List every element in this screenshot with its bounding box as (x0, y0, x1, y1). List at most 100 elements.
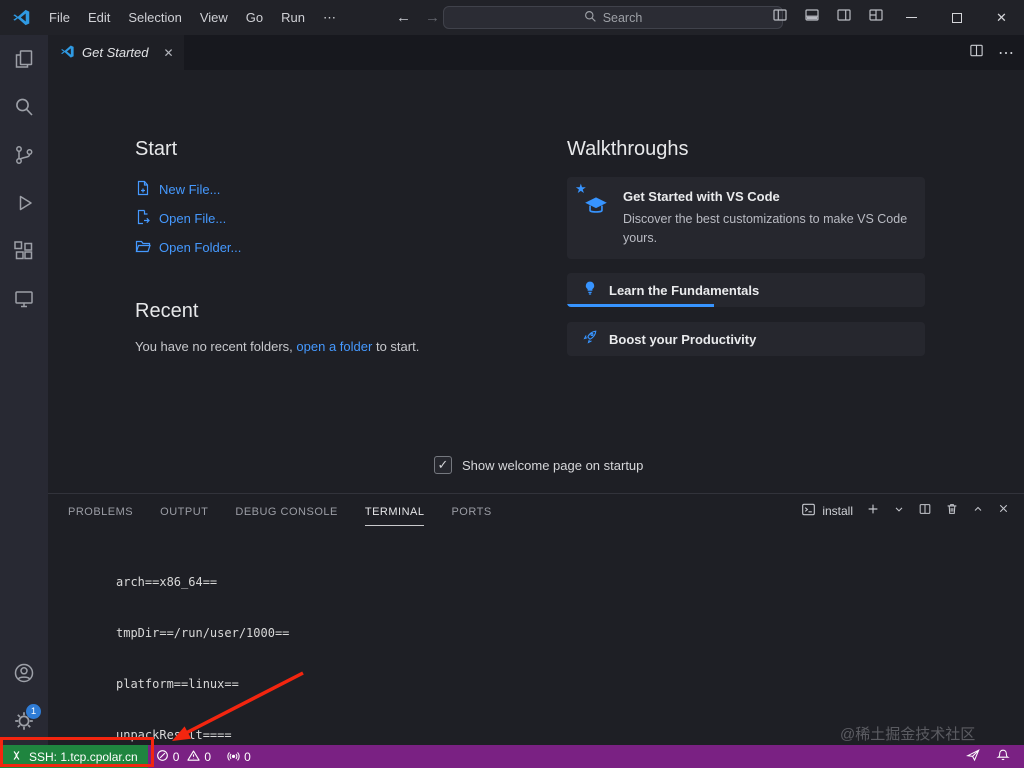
new-star-icon: ★ (575, 181, 587, 196)
remote-indicator[interactable]: SSH: 1.tcp.cpolar.cn (0, 745, 148, 768)
ports-count: 0 (244, 749, 251, 764)
split-editor-icon[interactable] (969, 43, 984, 63)
minimize-button[interactable] (889, 0, 934, 35)
menu-go[interactable]: Go (237, 0, 272, 35)
card-title: Boost your Productivity (609, 331, 757, 347)
maximize-panel-chevron-icon[interactable] (972, 502, 984, 520)
menu-file[interactable]: File (40, 0, 79, 35)
customize-layout-icon[interactable] (868, 7, 884, 28)
watermark-text: @稀土掘金技术社区 (840, 726, 976, 743)
walkthrough-progress-bar (567, 304, 714, 307)
settings-gear-icon[interactable]: 1 (0, 697, 48, 745)
new-file-link[interactable]: New File... (135, 175, 475, 204)
vscode-logo-icon (12, 8, 32, 28)
show-welcome-checkbox[interactable]: ✓ (434, 456, 452, 474)
remote-explorer-icon[interactable] (0, 275, 48, 323)
split-terminal-icon[interactable] (918, 502, 932, 521)
run-debug-icon[interactable] (0, 179, 48, 227)
search-view-icon[interactable] (0, 83, 48, 131)
vscode-window: File Edit Selection View Go Run ⋯ ← → Se… (0, 0, 1024, 768)
tab-problems[interactable]: PROBLEMS (68, 497, 133, 526)
status-bar: SSH: 1.tcp.cpolar.cn 0 0 0 (0, 745, 1024, 768)
open-file-link[interactable]: Open File... (135, 204, 475, 233)
panel-header: PROBLEMS OUTPUT DEBUG CONSOLE TERMINAL P… (48, 494, 1024, 528)
editor-tab-bar: Get Started ✕ ⋯ (48, 35, 1024, 70)
card-text: Get Started with VS Code Discover the be… (623, 189, 923, 249)
open-file-icon (135, 209, 151, 228)
command-center-search[interactable]: Search (443, 6, 783, 29)
status-bar-left: SSH: 1.tcp.cpolar.cn 0 0 0 (0, 745, 259, 768)
error-count: 0 (172, 749, 180, 764)
card-get-started-vscode[interactable]: ★ Get Started with VS Code Discover the … (567, 177, 925, 259)
open-folder-link[interactable]: Open Folder... (135, 233, 475, 262)
terminal-icon (801, 502, 816, 520)
tab-terminal[interactable]: TERMINAL (364, 497, 425, 526)
accounts-icon[interactable] (0, 649, 48, 697)
startup-checkbox-row: ✓ Show welcome page on startup (434, 456, 643, 474)
layout-controls (772, 0, 884, 35)
card-boost-productivity[interactable]: Boost your Productivity (567, 322, 925, 356)
recent-empty-text: You have no recent folders, open a folde… (135, 339, 475, 354)
warning-icon (187, 749, 201, 765)
card-title: Get Started with VS Code (623, 189, 780, 204)
new-terminal-icon[interactable] (866, 502, 880, 521)
settings-badge: 1 (26, 704, 41, 719)
menu-view[interactable]: View (191, 0, 237, 35)
maximize-button[interactable] (934, 0, 979, 35)
panel-actions: install (801, 494, 1010, 528)
terminal-line: arch==x86_64== (116, 575, 218, 589)
tab-debug-console[interactable]: DEBUG CONSOLE (235, 497, 337, 526)
feedback-icon[interactable] (966, 748, 980, 765)
history-nav: ← → (396, 0, 440, 35)
toggle-panel-icon[interactable] (804, 7, 820, 28)
open-folder-label: Open Folder... (159, 240, 242, 255)
menu-run[interactable]: Run (272, 0, 314, 35)
status-bar-right (966, 745, 1024, 768)
editor-actions: ⋯ (969, 35, 1014, 70)
menu-more[interactable]: ⋯ (314, 0, 345, 35)
card-learn-fundamentals[interactable]: Learn the Fundamentals (567, 273, 925, 307)
recent-text-before: You have no recent folders, (135, 339, 293, 354)
tab-get-started[interactable]: Get Started ✕ (48, 35, 184, 70)
toggle-sidebar-icon[interactable] (772, 7, 788, 28)
recent-heading: Recent (135, 300, 199, 322)
more-actions-icon[interactable]: ⋯ (998, 43, 1014, 63)
terminal-line: platform==linux== (116, 677, 239, 691)
terminal-dropdown-chevron-icon[interactable] (893, 502, 905, 520)
close-panel-icon[interactable] (997, 502, 1010, 520)
tab-close-icon[interactable]: ✕ (163, 46, 173, 60)
lightbulb-icon (581, 279, 599, 302)
forward-arrow-icon[interactable]: → (425, 9, 440, 26)
walkthrough-cards: ★ Get Started with VS Code Discover the … (567, 177, 925, 356)
walkthroughs-column: Walkthroughs ★ Get Started with VS Code … (567, 138, 925, 371)
kill-terminal-trash-icon[interactable] (945, 502, 959, 521)
rocket-icon (581, 328, 599, 351)
open-a-folder-link[interactable]: open a folder (296, 339, 372, 354)
walkthroughs-heading: Walkthroughs (567, 138, 689, 160)
back-arrow-icon[interactable]: ← (396, 9, 411, 26)
toggle-secondary-sidebar-icon[interactable] (836, 7, 852, 28)
ports-status[interactable]: 0 (219, 745, 259, 768)
start-heading: Start (135, 138, 178, 160)
explorer-icon[interactable] (0, 35, 48, 83)
terminal-output[interactable]: arch==x86_64== tmpDir==/run/user/1000== … (116, 540, 513, 768)
window-controls: ✕ (889, 0, 1024, 35)
menu-edit[interactable]: Edit (79, 0, 119, 35)
show-welcome-label[interactable]: Show welcome page on startup (462, 458, 643, 473)
close-window-button[interactable]: ✕ (979, 0, 1024, 35)
activity-bar-spacer (0, 323, 48, 649)
terminal-line: tmpDir==/run/user/1000== (116, 626, 290, 640)
terminal-name: install (822, 504, 853, 518)
open-file-label: Open File... (159, 211, 227, 226)
extensions-icon[interactable] (0, 227, 48, 275)
problems-status[interactable]: 0 0 (148, 745, 219, 768)
source-control-icon[interactable] (0, 131, 48, 179)
tab-output[interactable]: OUTPUT (160, 497, 208, 526)
terminal-selector[interactable]: install (801, 502, 853, 520)
menu-selection[interactable]: Selection (119, 0, 190, 35)
tab-label: Get Started (82, 45, 149, 60)
card-title: Learn the Fundamentals (609, 282, 760, 298)
tab-ports[interactable]: PORTS (451, 497, 491, 526)
bell-icon[interactable] (996, 748, 1010, 765)
broadcast-icon (227, 749, 240, 765)
